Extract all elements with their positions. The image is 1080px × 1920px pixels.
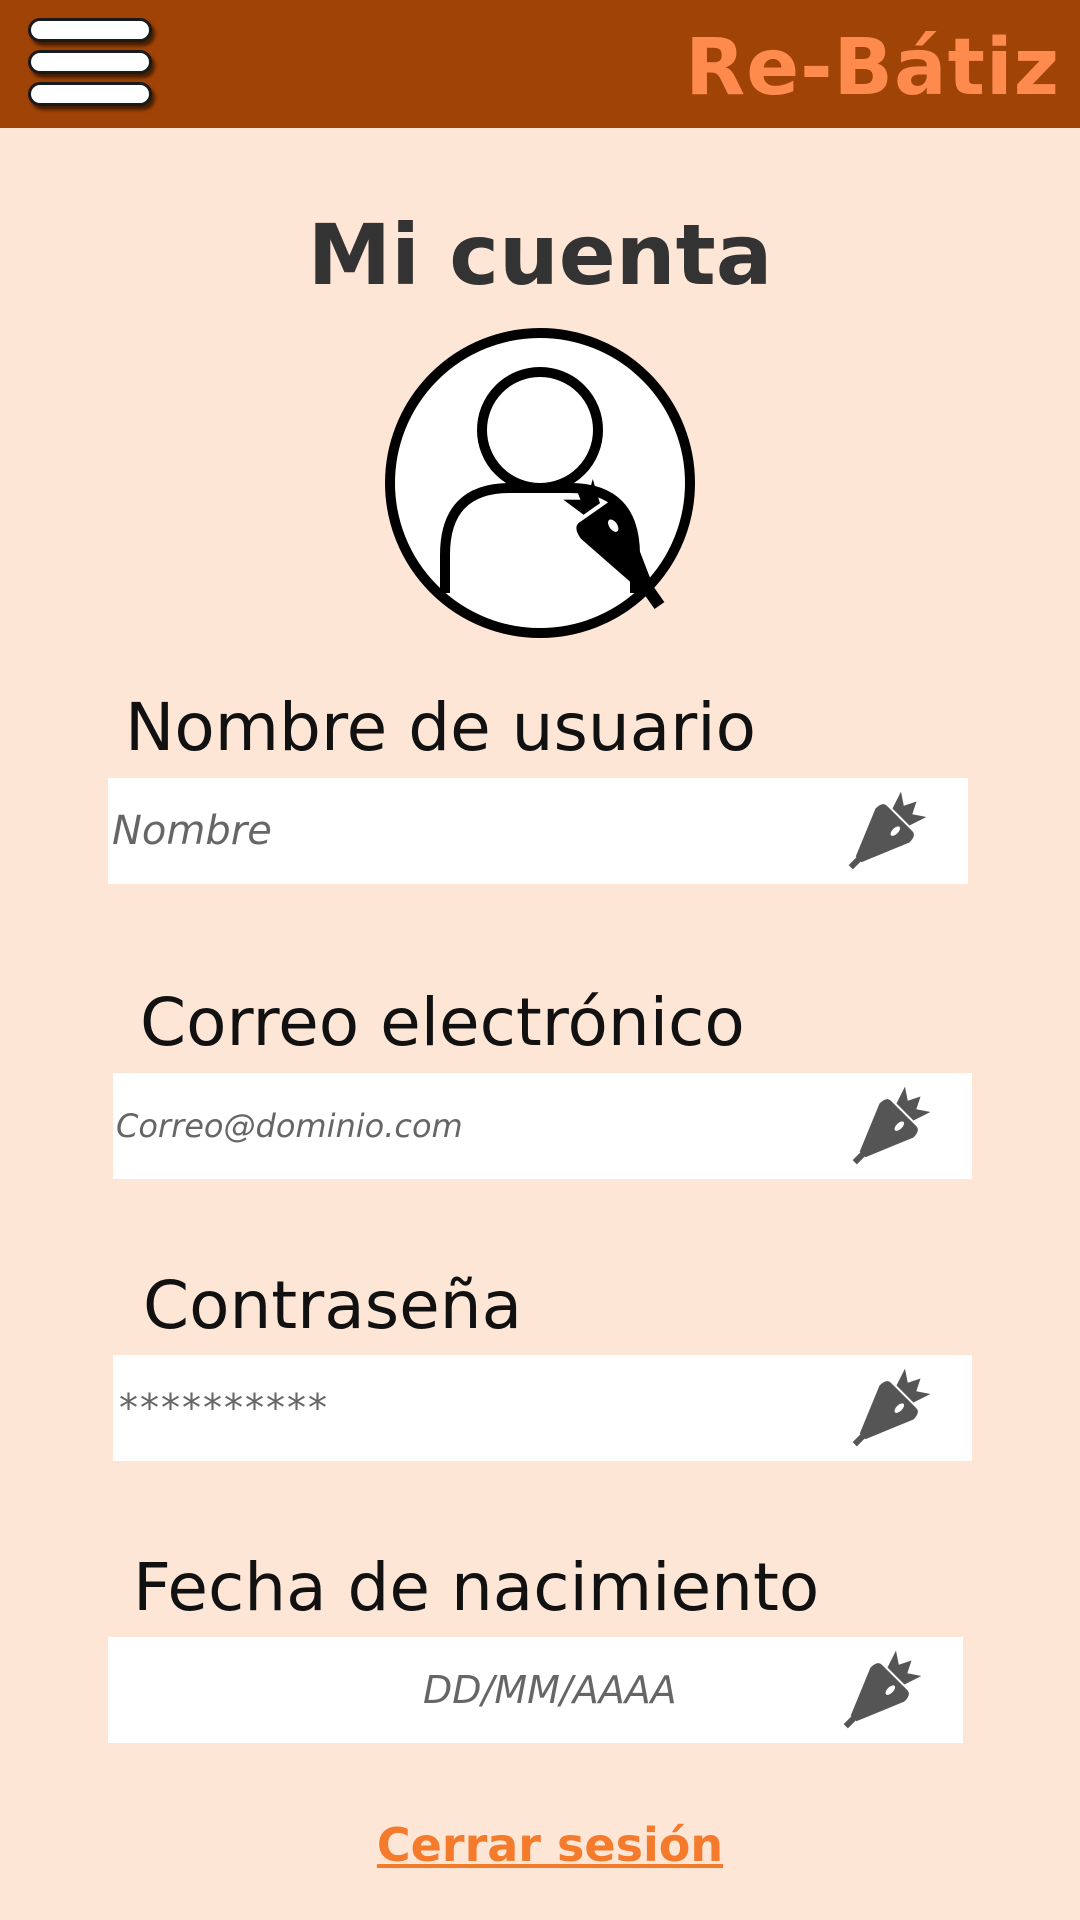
- password-label: Contraseña: [143, 1267, 523, 1344]
- birthdate-field[interactable]: DD/MM/AAAA: [108, 1637, 963, 1743]
- email-value: Correo@dominio.com: [116, 1107, 463, 1145]
- user-avatar-with-piping-bag-icon[interactable]: [380, 325, 730, 645]
- password-field[interactable]: **********: [113, 1355, 972, 1461]
- email-label: Correo electrónico: [140, 984, 745, 1061]
- piping-bag-edit-icon[interactable]: [840, 1079, 936, 1175]
- email-field[interactable]: Correo@dominio.com: [113, 1073, 972, 1179]
- hamburger-menu-icon[interactable]: [28, 18, 152, 110]
- piping-bag-edit-icon[interactable]: [840, 1361, 936, 1457]
- username-field[interactable]: Nombre: [108, 778, 968, 884]
- logout-link[interactable]: Cerrar sesión: [0, 1815, 1080, 1875]
- username-label: Nombre de usuario: [125, 689, 757, 766]
- piping-bag-edit-icon[interactable]: [836, 784, 932, 880]
- birthdate-label: Fecha de nacimiento: [133, 1549, 820, 1626]
- birthdate-value: DD/MM/AAAA: [423, 1668, 677, 1712]
- top-bar: Re-Bátiz: [0, 0, 1080, 128]
- brand-logo: Re-Bátiz: [685, 23, 1060, 113]
- page-title: Mi cuenta: [307, 206, 773, 304]
- piping-bag-edit-icon[interactable]: [831, 1643, 927, 1739]
- password-value: **********: [119, 1386, 329, 1430]
- username-value: Nombre: [112, 808, 272, 854]
